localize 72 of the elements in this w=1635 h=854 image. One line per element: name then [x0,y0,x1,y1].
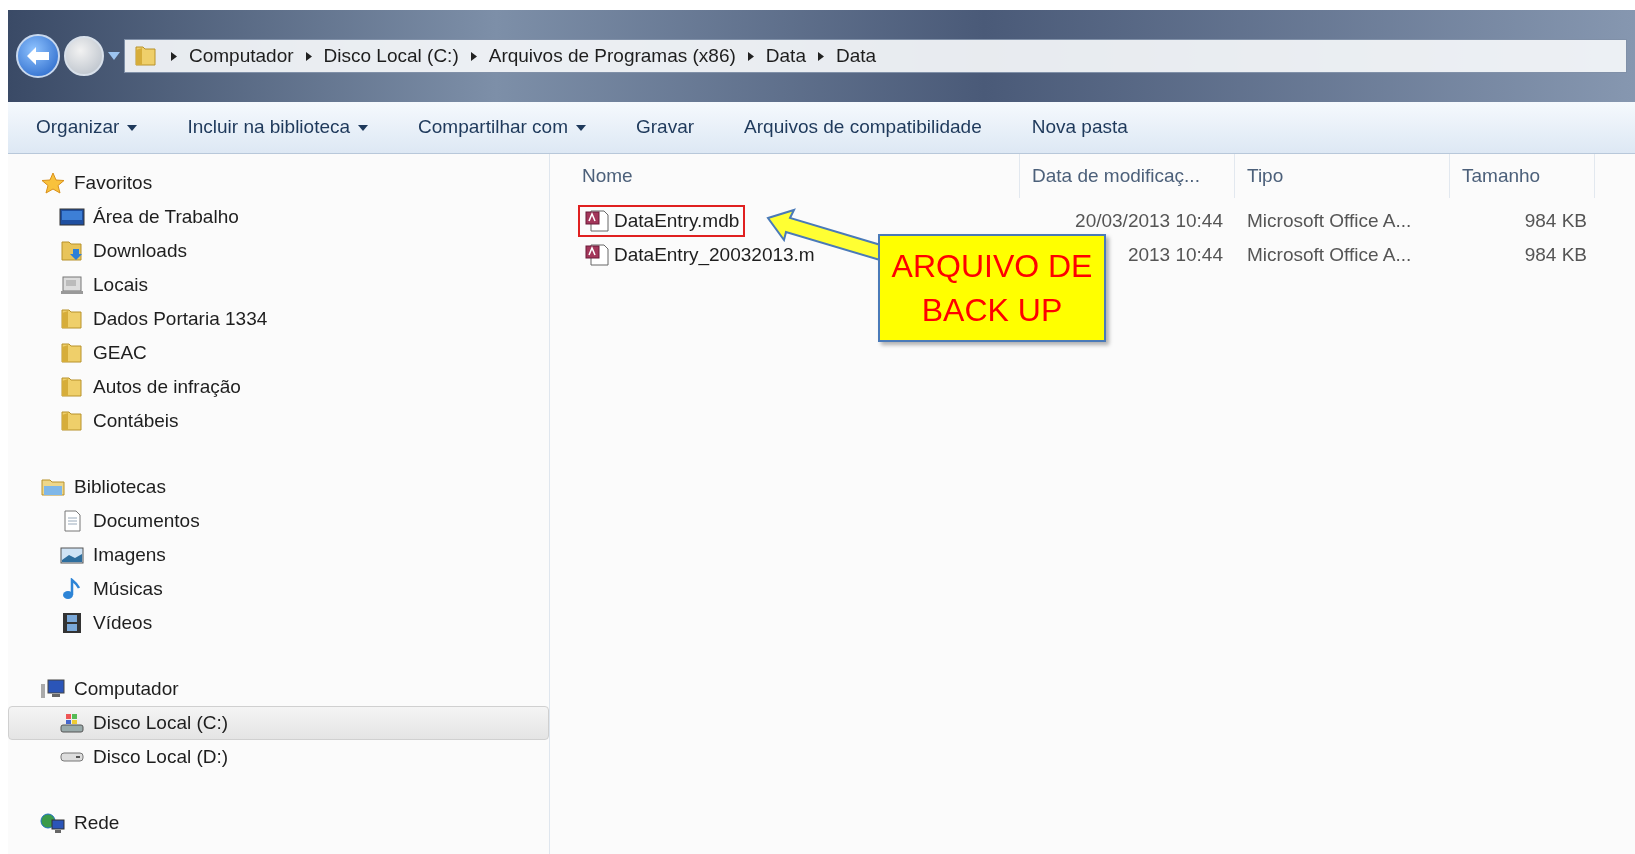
monitor-icon [59,206,85,228]
sidebar-group[interactable]: Favoritos [8,166,549,200]
computer-icon [40,678,66,700]
sidebar-group[interactable]: Bibliotecas [8,470,549,504]
forward-button[interactable] [64,36,104,76]
sidebar-item[interactable]: Autos de infração [8,370,549,404]
breadcrumb-item[interactable]: Data [835,41,877,71]
highlighted-file-name[interactable]: DataEntry.mdb [578,204,746,238]
breadcrumb-item[interactable]: Data [765,41,806,71]
caret-icon [358,124,369,131]
sidebar-item[interactable]: Contábeis [8,404,549,438]
sidebar-item[interactable]: Downloads [8,234,549,268]
sidebar-group[interactable]: Rede [8,806,549,840]
sidebar-item[interactable]: Área de Trabalho [8,200,549,234]
sidebar-item[interactable]: GEAC [8,336,549,370]
toolbar-button[interactable]: Compartilhar com [418,113,586,142]
chevron-right-icon [470,51,477,61]
column-header[interactable]: Tipo [1235,154,1450,198]
folder-download-icon [59,240,85,262]
address-bar[interactable]: Computador Disco Local (C:) Arquivos de Programas (x86) Data Data [124,39,1627,73]
folder-icon [59,308,85,330]
database-file-icon [584,210,610,232]
sidebar-item[interactable]: Vídeos [8,606,549,640]
chevron-right-icon [747,51,754,61]
file-name[interactable]: DataEntry_20032013.m [578,238,821,272]
back-button[interactable] [16,34,60,78]
places-icon [59,274,85,296]
chevron-right-icon [817,51,824,61]
toolbar-button[interactable]: Incluir na biblioteca [187,113,369,142]
table-cell-text: 2013 10:44 [1127,242,1223,267]
chevron-right-icon [171,51,177,61]
column-header[interactable]: Nome [550,154,1020,198]
breadcrumb-item[interactable]: Disco Local (C:) [323,41,459,71]
toolbar-button[interactable]: Organizar [36,113,138,142]
table-cell: Microsoft Office A... [1247,243,1412,265]
toolbar-button[interactable]: Nova pasta [1031,113,1128,142]
library-icon [40,476,66,498]
table-cell-text: 984 KB [1524,242,1587,267]
sidebar-item[interactable]: Dados Portaria 1334 [8,302,549,336]
toolbar-button[interactable]: Arquivos de compatibilidade [744,113,982,142]
breadcrumb-item[interactable]: Arquivos de Programas (x86) [488,41,736,71]
table-cell-text: 20/03/2013 10:44 [1075,208,1223,233]
caret-icon [108,52,120,60]
callout-text: BACK UP [921,291,1063,330]
folder-icon [59,342,85,364]
chevron-right-icon [305,51,312,61]
sidebar-item[interactable]: Imagens [8,538,549,572]
callout-text: ARQUIVO DE [891,247,1093,286]
picture-icon [59,544,85,566]
sidebar-group[interactable]: Computador [8,672,549,706]
caret-icon [127,124,138,131]
table-cell-text: 984 KB [1524,208,1587,233]
folder-icon [133,45,159,67]
sidebar-item[interactable]: Disco Local (C:) [8,706,549,740]
star-icon [40,172,66,194]
hard-drive-icon [59,712,85,734]
sidebar-item[interactable]: Músicas [8,572,549,606]
database-file-icon [584,244,610,266]
caret-icon [576,124,586,131]
arrow-left-icon [27,47,49,65]
column-header[interactable]: Data de modificaç... [1020,154,1235,198]
folder-icon [59,410,85,432]
network-icon [40,812,66,834]
column-header[interactable]: Tamanho [1450,154,1595,198]
sidebar-item[interactable]: Disco Local (D:) [8,740,549,774]
toolbar-button[interactable]: Gravar [636,113,695,142]
folder-icon [59,376,85,398]
table-cell: Microsoft Office A... [1247,209,1412,231]
breadcrumb-item[interactable]: Computador [189,41,294,71]
sidebar-item[interactable]: Documentos [8,504,549,538]
sidebar-item[interactable]: Locais [8,268,549,302]
hard-drive-icon [59,752,85,762]
